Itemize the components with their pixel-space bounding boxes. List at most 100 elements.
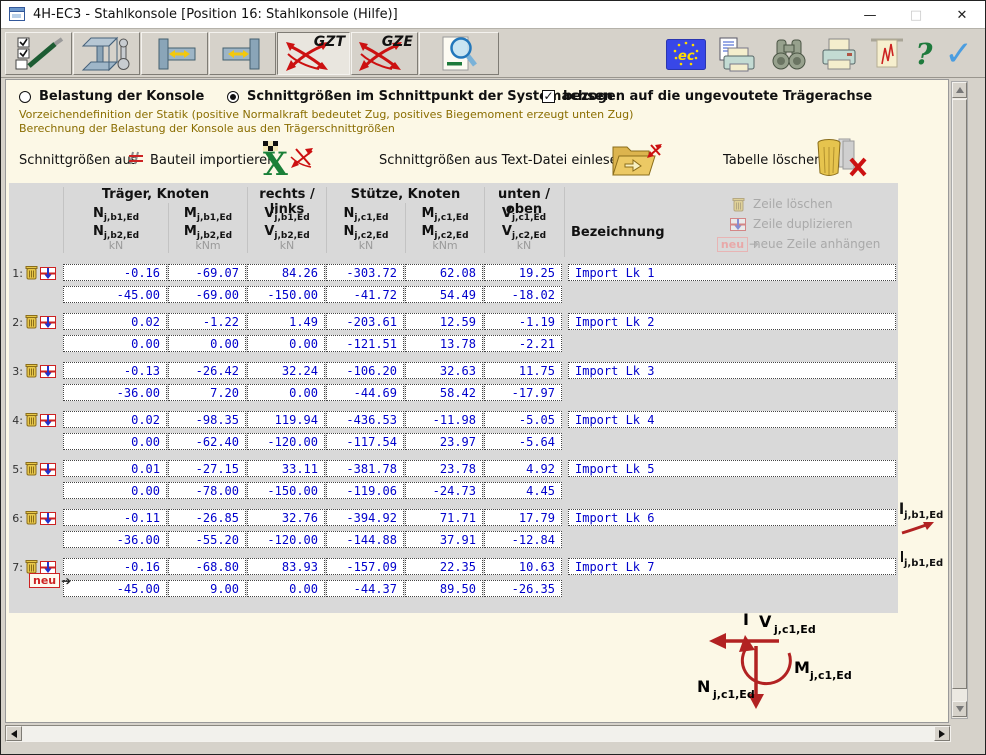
value-input[interactable] bbox=[63, 460, 167, 477]
radio-schnittgroessen[interactable] bbox=[227, 91, 239, 103]
value-input[interactable] bbox=[484, 509, 562, 526]
duplicate-row-icon[interactable] bbox=[40, 363, 56, 382]
value-input[interactable] bbox=[484, 384, 562, 401]
value-input[interactable] bbox=[326, 580, 404, 597]
value-input[interactable] bbox=[247, 313, 325, 330]
append-row-button[interactable]: neu ➔ bbox=[29, 573, 71, 588]
scroll-down-button[interactable] bbox=[952, 701, 967, 717]
value-input[interactable] bbox=[326, 384, 404, 401]
duplicate-row-icon[interactable] bbox=[40, 314, 56, 333]
profile-button[interactable] bbox=[73, 32, 140, 75]
value-input[interactable] bbox=[168, 335, 246, 352]
value-input[interactable] bbox=[326, 411, 404, 428]
value-input[interactable] bbox=[247, 460, 325, 477]
value-input[interactable] bbox=[63, 313, 167, 330]
value-input[interactable] bbox=[63, 433, 167, 450]
value-input[interactable] bbox=[63, 411, 167, 428]
help-button[interactable]: ? bbox=[916, 34, 933, 74]
value-input[interactable] bbox=[484, 580, 562, 597]
eurocode-button[interactable]: ec bbox=[666, 34, 706, 74]
value-input[interactable] bbox=[326, 558, 404, 575]
search-button[interactable] bbox=[770, 34, 808, 74]
value-input[interactable] bbox=[63, 362, 167, 379]
value-input[interactable] bbox=[168, 313, 246, 330]
value-input[interactable] bbox=[63, 335, 167, 352]
textfile-folder-icon[interactable] bbox=[611, 140, 663, 178]
value-input[interactable] bbox=[484, 460, 562, 477]
value-input[interactable] bbox=[247, 411, 325, 428]
value-input[interactable] bbox=[405, 460, 483, 477]
value-input[interactable] bbox=[405, 313, 483, 330]
duplicate-row-icon[interactable] bbox=[40, 265, 56, 284]
designation-input[interactable] bbox=[568, 509, 896, 526]
value-input[interactable] bbox=[405, 384, 483, 401]
value-input[interactable] bbox=[405, 433, 483, 450]
value-input[interactable] bbox=[63, 509, 167, 526]
value-input[interactable] bbox=[405, 531, 483, 548]
value-input[interactable] bbox=[484, 531, 562, 548]
value-input[interactable] bbox=[247, 509, 325, 526]
value-input[interactable] bbox=[63, 580, 167, 597]
gze-button[interactable]: GZE bbox=[351, 32, 418, 75]
value-input[interactable] bbox=[168, 460, 246, 477]
value-input[interactable] bbox=[484, 335, 562, 352]
value-input[interactable] bbox=[326, 335, 404, 352]
value-input[interactable] bbox=[247, 384, 325, 401]
value-input[interactable] bbox=[63, 531, 167, 548]
value-input[interactable] bbox=[63, 558, 167, 575]
value-input[interactable] bbox=[168, 286, 246, 303]
value-input[interactable] bbox=[405, 580, 483, 597]
value-input[interactable] bbox=[484, 558, 562, 575]
value-input[interactable] bbox=[168, 384, 246, 401]
designation-input[interactable] bbox=[568, 264, 896, 281]
value-input[interactable] bbox=[405, 509, 483, 526]
value-input[interactable] bbox=[247, 264, 325, 281]
check-input-button[interactable] bbox=[5, 32, 72, 75]
value-input[interactable] bbox=[247, 335, 325, 352]
value-input[interactable] bbox=[405, 558, 483, 575]
value-input[interactable] bbox=[168, 580, 246, 597]
value-input[interactable] bbox=[247, 433, 325, 450]
value-input[interactable] bbox=[484, 362, 562, 379]
radio-belastung[interactable] bbox=[19, 91, 31, 103]
value-input[interactable] bbox=[63, 482, 167, 499]
value-input[interactable] bbox=[484, 411, 562, 428]
value-input[interactable] bbox=[405, 362, 483, 379]
scroll-up-button[interactable] bbox=[952, 82, 967, 98]
delete-row-icon[interactable] bbox=[25, 314, 38, 333]
value-input[interactable] bbox=[168, 509, 246, 526]
designation-input[interactable] bbox=[568, 558, 896, 575]
value-input[interactable] bbox=[247, 558, 325, 575]
scroll-right-button[interactable] bbox=[934, 726, 950, 741]
print-preview-button[interactable] bbox=[718, 34, 758, 74]
delete-row-icon[interactable] bbox=[25, 265, 38, 284]
value-input[interactable] bbox=[63, 286, 167, 303]
printlist-button[interactable] bbox=[870, 34, 904, 74]
value-input[interactable] bbox=[326, 460, 404, 477]
value-input[interactable] bbox=[326, 433, 404, 450]
connection-right-button[interactable] bbox=[209, 32, 276, 75]
minimize-button[interactable]: — bbox=[847, 1, 893, 29]
designation-input[interactable] bbox=[568, 411, 896, 428]
value-input[interactable] bbox=[326, 531, 404, 548]
value-input[interactable] bbox=[63, 384, 167, 401]
value-input[interactable] bbox=[168, 411, 246, 428]
gzt-button[interactable]: GZT bbox=[277, 32, 350, 75]
value-input[interactable] bbox=[168, 558, 246, 575]
connection-left-button[interactable] bbox=[141, 32, 208, 75]
delete-row-icon[interactable] bbox=[25, 461, 38, 480]
duplicate-row-icon[interactable] bbox=[40, 510, 56, 529]
vertical-scrollbar[interactable] bbox=[951, 81, 968, 719]
value-input[interactable] bbox=[405, 411, 483, 428]
vertical-scroll-thumb[interactable] bbox=[952, 99, 967, 689]
clear-table-icon[interactable] bbox=[813, 137, 869, 179]
value-input[interactable] bbox=[168, 433, 246, 450]
designation-input[interactable] bbox=[568, 313, 896, 330]
value-input[interactable] bbox=[63, 264, 167, 281]
value-input[interactable] bbox=[247, 362, 325, 379]
confirm-button[interactable]: ✓ bbox=[945, 34, 974, 74]
value-input[interactable] bbox=[484, 264, 562, 281]
scroll-left-button[interactable] bbox=[6, 726, 22, 741]
close-button[interactable]: ✕ bbox=[939, 1, 985, 29]
value-input[interactable] bbox=[326, 509, 404, 526]
